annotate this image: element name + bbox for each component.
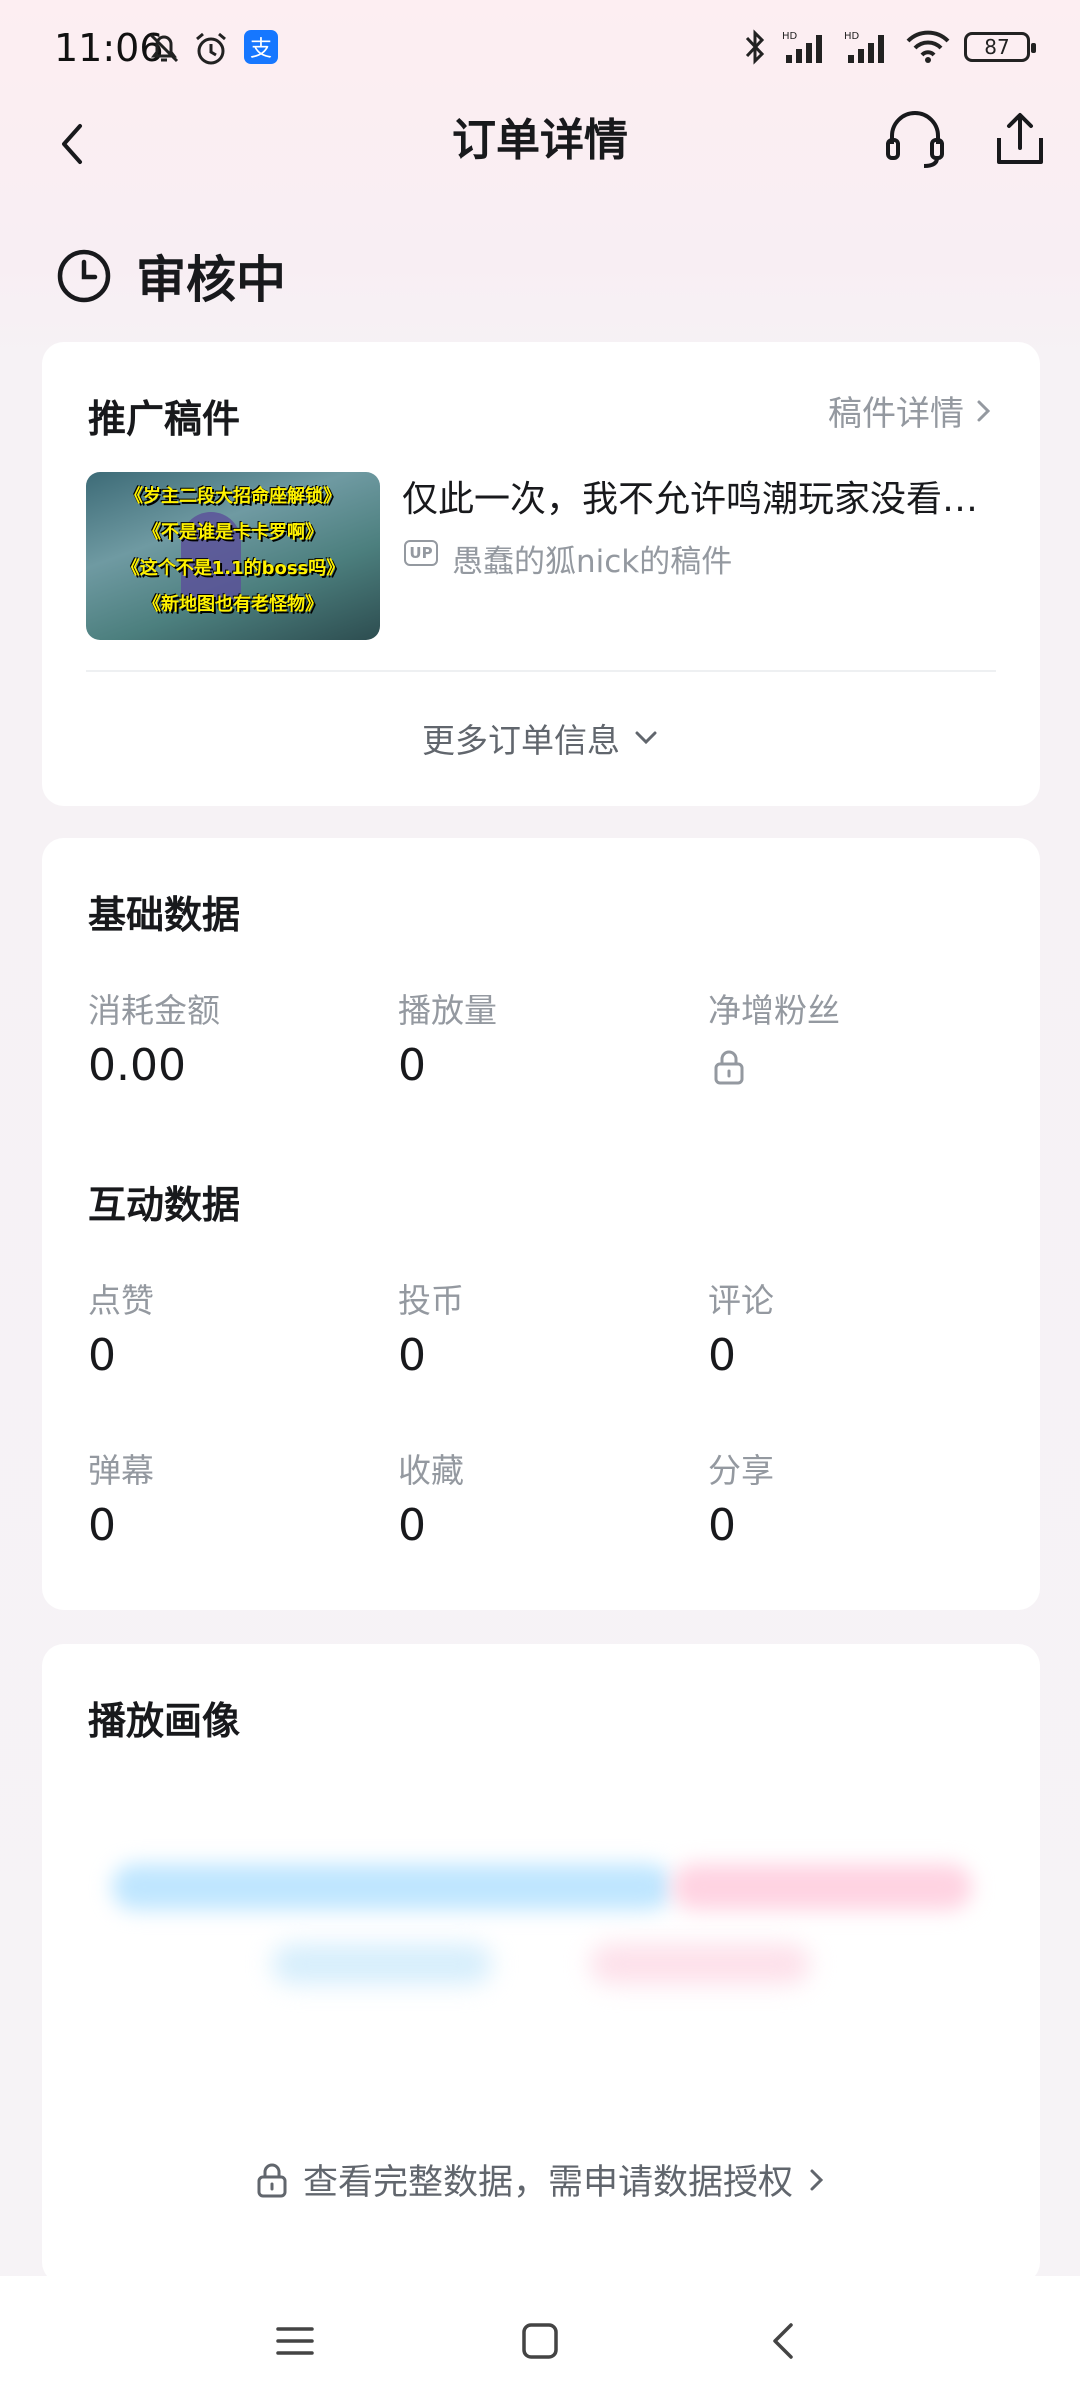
audience-title: 播放画像 bbox=[88, 1699, 241, 1743]
metric-likes: 点赞 0 bbox=[88, 1274, 154, 1381]
battery-icon: 87 bbox=[964, 32, 1036, 62]
battery-level: 87 bbox=[984, 35, 1010, 59]
metric-value: 0 bbox=[88, 1330, 116, 1381]
promo-card-title: 推广稿件 bbox=[88, 397, 241, 441]
svg-text:HD: HD bbox=[844, 31, 860, 42]
alipay-icon: 支 bbox=[244, 30, 278, 64]
metric-label: 投币 bbox=[398, 1281, 464, 1320]
blurred-gender-bar bbox=[112, 1864, 672, 1910]
clock-icon bbox=[57, 249, 111, 303]
metric-label: 消耗金额 bbox=[88, 991, 220, 1030]
blurred-legend bbox=[272, 1944, 492, 1984]
thumbnail-caption: 《新地图也有老怪物》 bbox=[143, 594, 323, 615]
thumbnail-caption: 《岁主二段大招命座解锁》 bbox=[125, 486, 341, 507]
audience-card: 播放画像 查看完整数据，需申请数据授权 bbox=[42, 1644, 1040, 2284]
chevron-right-icon bbox=[977, 400, 991, 421]
bluetooth-icon bbox=[745, 29, 765, 65]
metric-label: 收藏 bbox=[398, 1451, 464, 1490]
back-icon[interactable] bbox=[760, 2316, 810, 2366]
wifi-icon bbox=[906, 30, 950, 63]
order-status-text: 审核中 bbox=[136, 251, 286, 309]
signal-icon: HD bbox=[782, 31, 822, 63]
metric-coins: 投币 0 bbox=[398, 1274, 464, 1381]
order-status: 审核中 bbox=[56, 240, 286, 312]
status-right: HD HD 87 bbox=[742, 28, 1036, 66]
metric-shares: 分享 0 bbox=[708, 1444, 774, 1551]
lock-icon bbox=[714, 1050, 744, 1085]
nav-bar: 订单详情 bbox=[0, 90, 1080, 200]
share-icon[interactable] bbox=[985, 104, 1055, 174]
lock-icon bbox=[257, 2163, 287, 2197]
blurred-legend bbox=[590, 1944, 810, 1984]
basic-data-title: 基础数据 bbox=[88, 893, 241, 937]
metric-value: 0 bbox=[398, 1040, 426, 1091]
up-badge: UP bbox=[404, 540, 438, 566]
more-order-info-label: 更多订单信息 bbox=[422, 721, 620, 760]
metric-label: 点赞 bbox=[88, 1281, 154, 1320]
bell-off-icon bbox=[149, 33, 179, 63]
metric-cost: 消耗金额 0.00 bbox=[88, 984, 220, 1091]
metric-value: 0 bbox=[88, 1500, 116, 1551]
chevron-down-icon bbox=[635, 731, 657, 745]
alarm-icon bbox=[196, 32, 226, 65]
metric-label: 弹幕 bbox=[88, 1451, 154, 1490]
signal-icon: HD bbox=[844, 31, 884, 63]
metric-favorites: 收藏 0 bbox=[398, 1444, 464, 1551]
metric-danmaku: 弹幕 0 bbox=[88, 1444, 154, 1551]
video-detail-link[interactable]: 稿件详情 bbox=[828, 386, 994, 435]
metric-label: 净增粉丝 bbox=[708, 991, 840, 1030]
request-data-auth-label: 查看完整数据，需申请数据授权 bbox=[302, 2163, 793, 2203]
home-icon[interactable] bbox=[515, 2316, 565, 2366]
metric-value: 0 bbox=[708, 1330, 736, 1381]
blurred-gender-bar bbox=[672, 1864, 972, 1910]
thumbnail-caption: 《这个不是1.1的boss吗》 bbox=[121, 558, 345, 579]
headset-icon[interactable] bbox=[880, 104, 950, 174]
divider bbox=[86, 670, 996, 672]
video-detail-label: 稿件详情 bbox=[828, 394, 964, 434]
metric-value: 0 bbox=[398, 1330, 426, 1381]
system-nav-bar bbox=[0, 2276, 1080, 2400]
metric-value: 0 bbox=[708, 1500, 736, 1551]
metric-comments: 评论 0 bbox=[708, 1274, 774, 1381]
metric-value: 0 bbox=[398, 1500, 426, 1551]
metric-label: 分享 bbox=[708, 1451, 774, 1490]
more-order-info-button[interactable]: 更多订单信息 bbox=[42, 714, 1040, 762]
request-data-auth-link[interactable]: 查看完整数据，需申请数据授权 bbox=[42, 2154, 1040, 2205]
video-title[interactable]: 仅此一次，我不允许鸣潮玩家没看… bbox=[402, 470, 1002, 522]
chevron-right-icon bbox=[810, 2169, 824, 2190]
interaction-data-title: 互动数据 bbox=[88, 1183, 241, 1227]
metric-net-fans: 净增粉丝 bbox=[708, 984, 840, 1090]
menu-icon[interactable] bbox=[270, 2316, 320, 2366]
promo-card: 推广稿件 稿件详情 《岁主二段大招命座解锁》 《不是谁是卡卡罗啊》 《这个不是1… bbox=[42, 342, 1040, 806]
metric-label: 播放量 bbox=[398, 991, 497, 1030]
svg-text:支: 支 bbox=[250, 37, 272, 62]
status-bar: 11:06 支 HD HD 87 bbox=[0, 0, 1080, 100]
video-thumbnail[interactable]: 《岁主二段大招命座解锁》 《不是谁是卡卡罗啊》 《这个不是1.1的boss吗》 … bbox=[86, 472, 380, 640]
metric-value: 0.00 bbox=[88, 1040, 186, 1091]
uploader-name: 愚蠢的狐nick的稿件 bbox=[452, 544, 733, 580]
metric-label: 评论 bbox=[708, 1281, 774, 1320]
thumbnail-caption: 《不是谁是卡卡罗啊》 bbox=[143, 522, 323, 543]
metric-plays: 播放量 0 bbox=[398, 984, 497, 1091]
data-card: 基础数据 消耗金额 0.00 播放量 0 净增粉丝 互动数据 点赞 0 投币 0… bbox=[42, 838, 1040, 1610]
svg-text:HD: HD bbox=[782, 31, 798, 42]
